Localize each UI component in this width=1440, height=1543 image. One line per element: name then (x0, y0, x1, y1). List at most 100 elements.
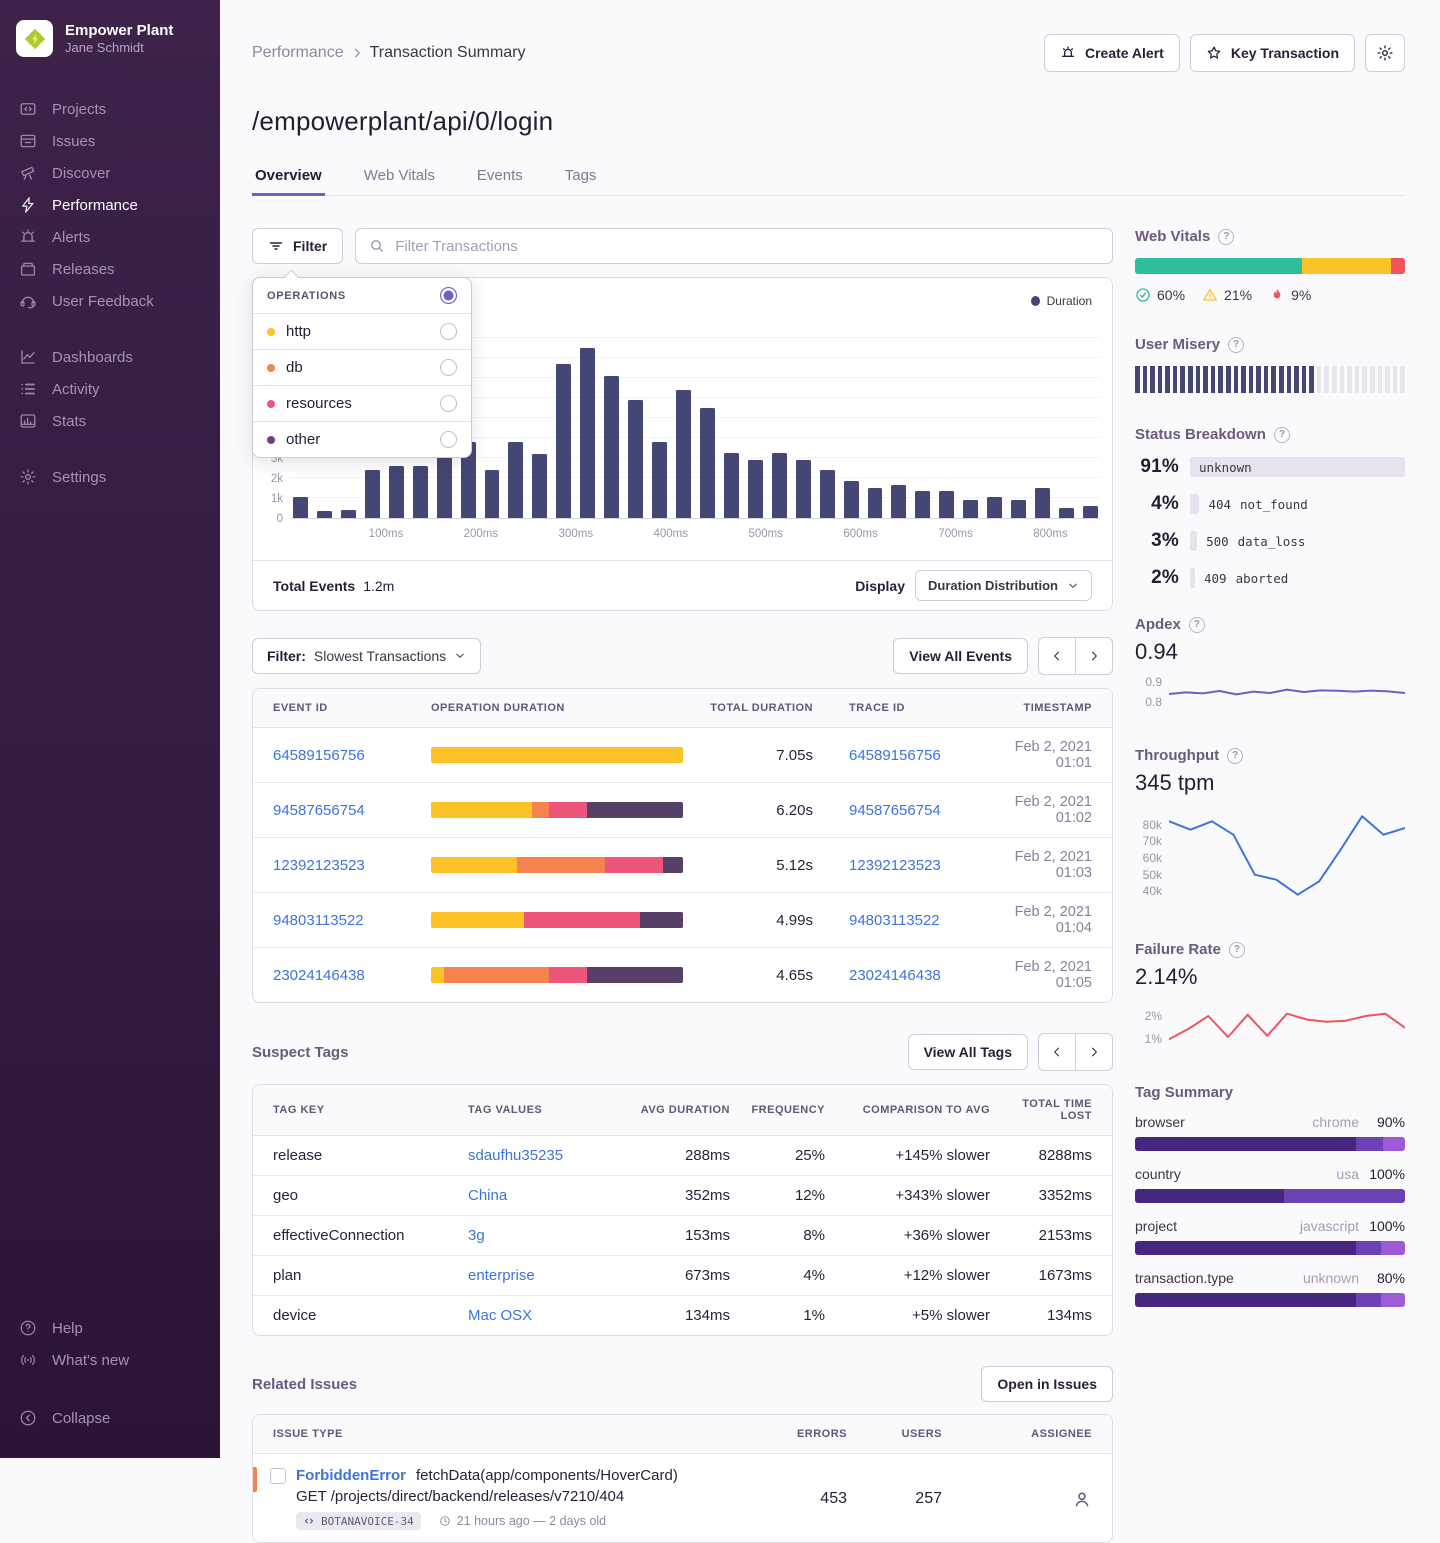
tags-next-button[interactable] (1075, 1033, 1113, 1071)
tag-value-link[interactable]: sdaufhu35235 (468, 1147, 563, 1164)
tab-web-vitals[interactable]: Web Vitals (361, 157, 438, 196)
open-in-issues-button[interactable]: Open in Issues (981, 1366, 1113, 1402)
tag-summary-bar[interactable] (1135, 1293, 1405, 1307)
sidebar-item-activity[interactable]: Activity (0, 373, 220, 405)
tab-events[interactable]: Events (474, 157, 526, 196)
tag-value-link[interactable]: 3g (468, 1227, 485, 1244)
histogram-bar[interactable] (796, 460, 811, 518)
events-prev-button[interactable] (1038, 637, 1076, 675)
trace-id-link[interactable]: 94587656754 (849, 802, 941, 819)
histogram-bar[interactable] (508, 442, 523, 518)
project-badge[interactable]: BOTANAVOICE-34 (296, 1512, 421, 1530)
tag-value-link[interactable]: China (468, 1187, 507, 1204)
histogram-bar[interactable] (676, 390, 691, 518)
operation-radio-resources[interactable] (440, 395, 457, 412)
operation-item-http[interactable]: http (253, 314, 471, 350)
histogram-bar[interactable] (604, 376, 619, 518)
sidebar-item-performance[interactable]: Performance (0, 189, 220, 221)
events-next-button[interactable] (1075, 637, 1113, 675)
sidebar-item-alerts[interactable]: Alerts (0, 221, 220, 253)
histogram-bar[interactable] (317, 511, 332, 518)
event-id-link[interactable]: 94803113522 (273, 912, 431, 929)
histogram-bar[interactable] (987, 497, 1002, 518)
tag-summary-bar[interactable] (1135, 1189, 1405, 1203)
histogram-bar[interactable] (293, 497, 308, 518)
sidebar-item-collapse[interactable]: Collapse (0, 1402, 220, 1434)
question-icon[interactable]: ? (1228, 337, 1244, 353)
operation-item-resources[interactable]: resources (253, 386, 471, 422)
histogram-bar[interactable] (748, 460, 763, 518)
histogram-bar[interactable] (341, 510, 356, 518)
issue-checkbox[interactable] (270, 1468, 286, 1484)
tab-tags[interactable]: Tags (562, 157, 600, 196)
histogram-bar[interactable] (556, 364, 571, 518)
event-id-link[interactable]: 12392123523 (273, 857, 431, 874)
sidebar-item-user-feedback[interactable]: User Feedback (0, 285, 220, 317)
question-icon[interactable]: ? (1189, 617, 1205, 633)
key-transaction-button[interactable]: Key Transaction (1190, 34, 1355, 72)
histogram-bar[interactable] (1059, 508, 1074, 518)
histogram-bar[interactable] (820, 470, 835, 518)
tag-value-link[interactable]: Mac OSX (468, 1307, 532, 1324)
issue-error-type-link[interactable]: ForbiddenError (296, 1467, 406, 1484)
sidebar-item-projects[interactable]: Projects (0, 93, 220, 125)
sidebar-item-discover[interactable]: Discover (0, 157, 220, 189)
tags-prev-button[interactable] (1038, 1033, 1076, 1071)
question-icon[interactable]: ? (1218, 229, 1234, 245)
question-icon[interactable]: ? (1274, 427, 1290, 443)
histogram-bar[interactable] (963, 500, 978, 518)
histogram-bar[interactable] (844, 481, 859, 518)
histogram-bar[interactable] (652, 442, 667, 518)
operation-radio-http[interactable] (440, 323, 457, 340)
trace-id-link[interactable]: 94803113522 (849, 912, 940, 929)
sidebar-item-stats[interactable]: Stats (0, 405, 220, 437)
create-alert-button[interactable]: Create Alert (1044, 34, 1180, 72)
event-id-link[interactable]: 94587656754 (273, 802, 431, 819)
histogram-bar[interactable] (915, 491, 930, 518)
tag-summary-bar[interactable] (1135, 1241, 1405, 1255)
histogram-bar[interactable] (628, 400, 643, 518)
view-all-events-button[interactable]: View All Events (893, 638, 1028, 674)
filter-button[interactable]: Filter (252, 228, 343, 264)
histogram-bar[interactable] (365, 470, 380, 518)
sidebar-item-releases[interactable]: Releases (0, 253, 220, 285)
event-id-link[interactable]: 64589156756 (273, 747, 431, 764)
operation-item-db[interactable]: db (253, 350, 471, 386)
histogram-bar[interactable] (532, 454, 547, 518)
operation-item-other[interactable]: other (253, 422, 471, 457)
tag-summary-bar[interactable] (1135, 1137, 1405, 1151)
question-icon[interactable]: ? (1229, 942, 1245, 958)
histogram-bar[interactable] (772, 453, 787, 518)
histogram-bar[interactable] (939, 491, 954, 518)
histogram-bar[interactable] (437, 456, 452, 518)
trace-id-link[interactable]: 64589156756 (849, 747, 941, 764)
sidebar-item-help[interactable]: Help (0, 1312, 220, 1344)
tab-overview[interactable]: Overview (252, 157, 325, 196)
search-input[interactable] (395, 238, 1099, 255)
histogram-bar[interactable] (891, 485, 906, 518)
settings-button[interactable] (1365, 34, 1405, 72)
trace-id-link[interactable]: 23024146438 (849, 967, 941, 984)
question-icon[interactable]: ? (1227, 748, 1243, 764)
histogram-bar[interactable] (485, 470, 500, 518)
sidebar-item-settings[interactable]: Settings (0, 461, 220, 493)
histogram-bar[interactable] (1011, 500, 1026, 518)
sidebar-item-dashboards[interactable]: Dashboards (0, 341, 220, 373)
histogram-bar[interactable] (868, 488, 883, 518)
sidebar-item-whats-new[interactable]: What's new (0, 1344, 220, 1376)
trace-id-link[interactable]: 12392123523 (849, 857, 941, 874)
org-switcher[interactable]: Empower Plant Jane Schmidt (0, 20, 220, 57)
display-select[interactable]: Duration Distribution (915, 570, 1092, 601)
events-filter-select[interactable]: Filter: Slowest Transactions (252, 638, 481, 674)
sidebar-item-issues[interactable]: Issues (0, 125, 220, 157)
histogram-bar[interactable] (1083, 506, 1098, 518)
event-id-link[interactable]: 23024146438 (273, 967, 431, 984)
view-all-tags-button[interactable]: View All Tags (908, 1034, 1028, 1070)
assignee-button[interactable] (942, 1489, 1092, 1509)
histogram-bar[interactable] (724, 453, 739, 518)
histogram-bar[interactable] (413, 466, 428, 518)
histogram-bar[interactable] (700, 408, 715, 518)
operations-all-radio[interactable] (440, 287, 457, 304)
operations-dropdown-header[interactable]: OPERATIONS (253, 278, 471, 314)
tag-value-link[interactable]: enterprise (468, 1267, 535, 1284)
